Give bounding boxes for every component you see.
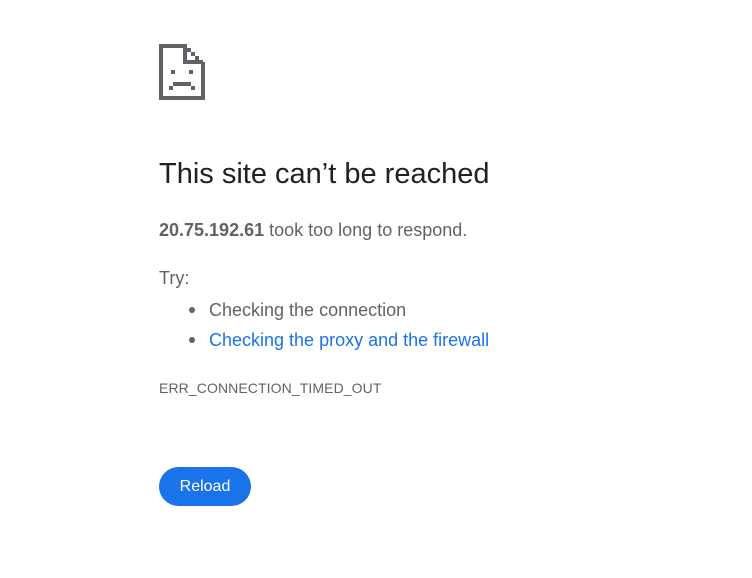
suggestion-check-connection: Checking the connection	[159, 296, 489, 326]
error-code: ERR_CONNECTION_TIMED_OUT	[159, 380, 382, 396]
bullet	[189, 307, 195, 313]
summary-text: took too long to respond.	[264, 220, 468, 240]
reload-button[interactable]: Reload	[159, 467, 251, 506]
sad-page-icon	[159, 44, 205, 100]
page-title: This site can’t be reached	[159, 158, 490, 190]
error-summary: 20.75.192.61 took too long to respond.	[159, 220, 467, 241]
suggestion-label: Checking the connection	[209, 300, 407, 320]
suggestion-check-proxy-firewall: Checking the proxy and the firewall	[159, 326, 489, 356]
error-page: This site can’t be reached 20.75.192.61 …	[159, 44, 719, 506]
host-name: 20.75.192.61	[159, 220, 265, 240]
try-label: Try:	[159, 268, 190, 288]
suggestions-list: Checking the connection Checking the pro…	[159, 296, 489, 356]
proxy-firewall-link[interactable]: Checking the proxy and the firewall	[209, 330, 489, 350]
bullet	[189, 337, 195, 343]
